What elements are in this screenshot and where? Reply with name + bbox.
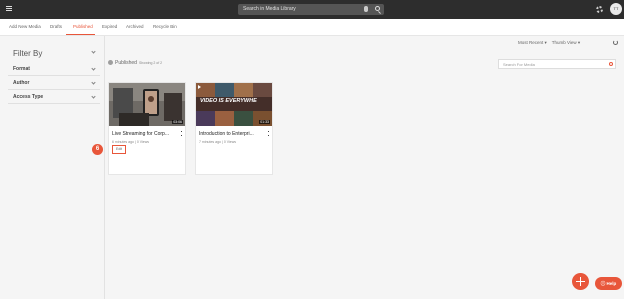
showing-count: Showing 2 of 2 <box>138 61 163 65</box>
filter-label: Author <box>13 80 30 86</box>
filter-sidebar: Filter By Format Author Access Type <box>0 36 105 299</box>
filter-title: Filter By <box>13 49 43 58</box>
refresh-icon[interactable] <box>613 40 618 45</box>
media-title[interactable]: Introduction to Enterpri... <box>199 131 254 137</box>
search-icon[interactable] <box>609 62 613 66</box>
sort-view-controls: Most Recent ▾ Thumb View ▾ <box>518 40 581 45</box>
active-tab-indicator <box>66 34 95 35</box>
video-thumbnail[interactable]: VIDEO IS EVERYWHE 01:33 <box>196 83 272 126</box>
video-thumbnail[interactable]: 03:06 <box>109 83 185 126</box>
hamburger-menu-icon[interactable] <box>6 6 12 11</box>
media-card[interactable]: 03:06 Live Streaming for Corp... 6 minut… <box>92 82 186 175</box>
tab-recycle-bin[interactable]: Recycle Bin <box>153 24 177 29</box>
top-bar: Search in Media Library TT <box>0 0 624 19</box>
search-media-placeholder: Search For Media <box>503 62 535 67</box>
tab-archived[interactable]: Archived <box>126 24 144 29</box>
microphone-icon[interactable] <box>364 6 368 12</box>
chevron-down-icon <box>91 94 96 99</box>
tab-published[interactable]: Published <box>73 24 93 29</box>
thumbnail-overlay-text: VIDEO IS EVERYWHE <box>200 98 257 104</box>
section-header: Published Showing 2 of 2 <box>108 60 162 66</box>
media-meta: 7 minutes ago | 0 Views <box>199 140 237 144</box>
tab-drafts[interactable]: Drafts <box>50 24 62 29</box>
chevron-down-icon <box>91 66 96 71</box>
view-dropdown[interactable]: Thumb View <box>552 40 577 45</box>
media-meta: 6 minutes ago | 0 Views <box>112 140 150 144</box>
help-label: Help <box>606 281 617 286</box>
filter-label: Access Type <box>13 94 44 100</box>
media-card[interactable]: VIDEO IS EVERYWHE 01:33 Introduction to … <box>195 82 273 175</box>
duration-badge: 01:33 <box>259 120 270 124</box>
edit-button[interactable]: Edit <box>112 145 126 154</box>
settings-gear-icon[interactable] <box>596 6 603 13</box>
sort-dropdown[interactable]: Most Recent <box>518 40 543 45</box>
media-library-search[interactable]: Search in Media Library <box>238 4 384 15</box>
tab-add-new-media[interactable]: Add New Media <box>9 24 41 29</box>
chevron-down-icon <box>91 80 96 85</box>
filter-format[interactable]: Format <box>8 63 100 76</box>
add-media-button[interactable] <box>572 273 589 290</box>
search-icon[interactable] <box>375 6 380 11</box>
help-button[interactable]: ⓘ Help <box>595 277 622 290</box>
more-options-icon[interactable] <box>268 131 269 136</box>
search-placeholder: Search in Media Library <box>243 6 296 12</box>
media-tabs: Add New Media Drafts Published Expired A… <box>0 19 624 36</box>
filter-label: Format <box>13 66 30 72</box>
search-media-input[interactable]: Search For Media <box>498 59 616 69</box>
media-title[interactable]: Live Streaming for Corp... <box>112 131 169 137</box>
duration-badge: 03:06 <box>172 120 183 124</box>
main-content: Most Recent ▾ Thumb View ▾ Published Show… <box>92 36 624 299</box>
chevron-down-icon[interactable] <box>91 49 96 54</box>
user-avatar[interactable]: TT <box>610 3 622 15</box>
filter-access-type[interactable]: Access Type <box>8 91 100 104</box>
published-status-icon <box>108 60 113 65</box>
section-title: Published <box>115 60 137 66</box>
more-options-icon[interactable] <box>181 131 182 136</box>
step-marker-badge: 6 <box>92 144 103 155</box>
filter-author[interactable]: Author <box>8 77 100 90</box>
tab-expired[interactable]: Expired <box>102 24 117 29</box>
